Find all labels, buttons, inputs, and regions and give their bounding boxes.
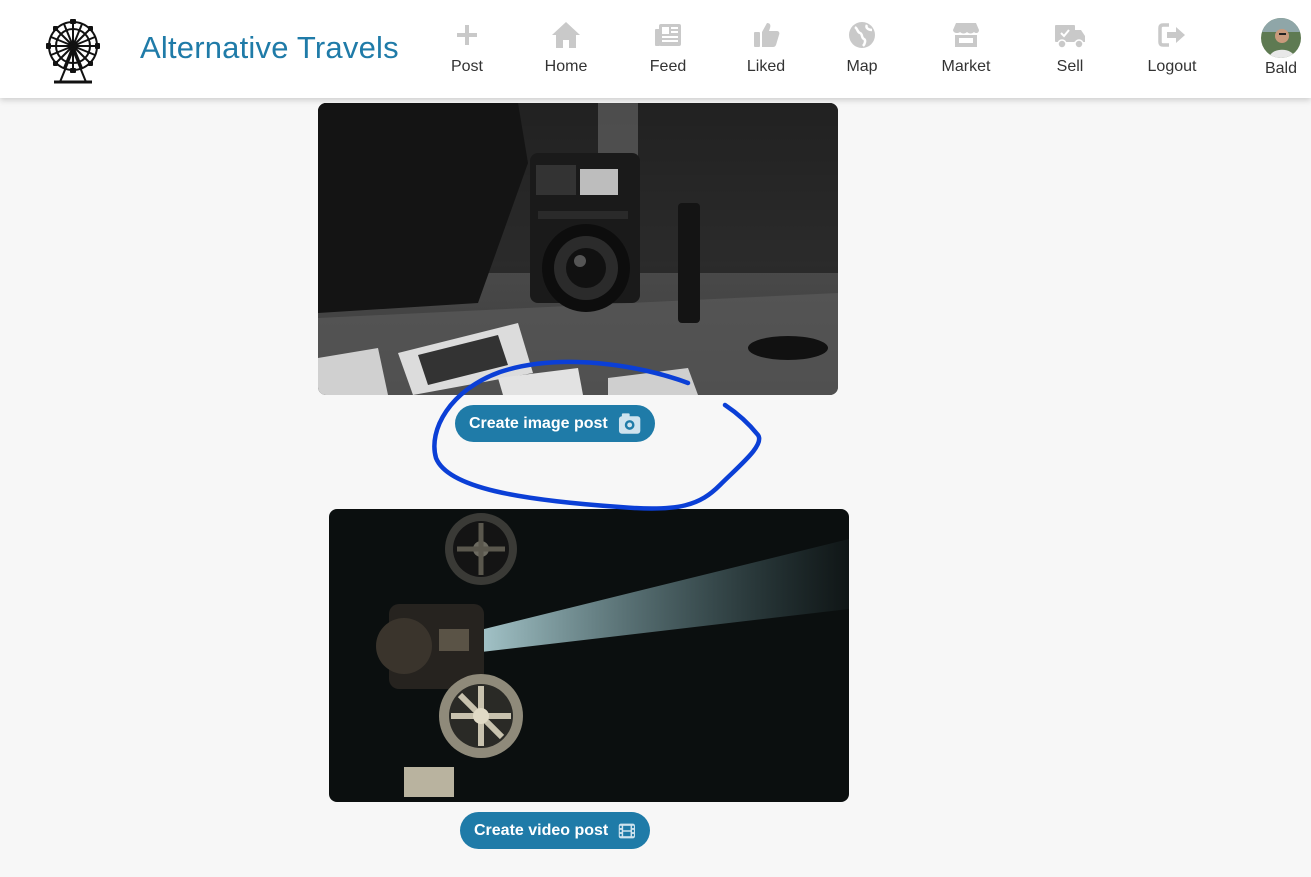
camera-icon	[618, 412, 641, 434]
nav-item-logout[interactable]: Logout	[1127, 18, 1217, 82]
create-video-post-button[interactable]: Create video post	[460, 812, 650, 849]
create-video-post-label: Create video post	[474, 821, 609, 839]
truck-icon	[1055, 25, 1085, 49]
nav-item-post[interactable]: Post	[422, 18, 512, 82]
nav-item-user[interactable]: Bald	[1236, 18, 1311, 82]
globe-icon	[849, 22, 875, 48]
create-image-post-button[interactable]: Create image post	[455, 405, 655, 442]
nav-item-feed[interactable]: Feed	[623, 18, 713, 82]
nav-item-market[interactable]: Market	[921, 18, 1011, 82]
nav-label-feed: Feed	[649, 58, 687, 75]
nav-label-sell: Sell	[1056, 58, 1084, 75]
store-icon	[953, 23, 979, 47]
sign-out-icon	[1158, 23, 1185, 47]
film-icon	[619, 823, 636, 838]
nav-label-post: Post	[450, 58, 483, 75]
nav-label-logout: Logout	[1147, 58, 1197, 75]
nav-label-liked: Liked	[746, 58, 786, 75]
nav-item-sell[interactable]: Sell	[1025, 18, 1115, 82]
nav-label-home: Home	[544, 58, 588, 75]
thumbs-up-icon	[754, 23, 780, 47]
nav-label-market: Market	[941, 58, 991, 75]
avatar[interactable]	[1261, 18, 1301, 58]
user-name: Bald	[1264, 60, 1298, 77]
nav-label-map: Map	[846, 58, 878, 75]
brand-title[interactable]: Alternative Travels	[140, 30, 399, 66]
nav-item-map[interactable]: Map	[817, 18, 907, 82]
nav-item-home[interactable]: Home	[521, 18, 611, 82]
camera-photo[interactable]	[318, 103, 838, 395]
home-icon	[552, 22, 580, 48]
newspaper-icon	[655, 24, 681, 46]
ferris-wheel-logo-icon[interactable]	[40, 16, 106, 86]
nav-item-liked[interactable]: Liked	[721, 18, 811, 82]
plus-icon	[457, 25, 477, 45]
film-projector-photo[interactable]	[329, 509, 849, 802]
top-navbar: Alternative Travels Post Home Feed Liked…	[0, 0, 1311, 98]
create-image-post-label: Create image post	[469, 414, 608, 432]
